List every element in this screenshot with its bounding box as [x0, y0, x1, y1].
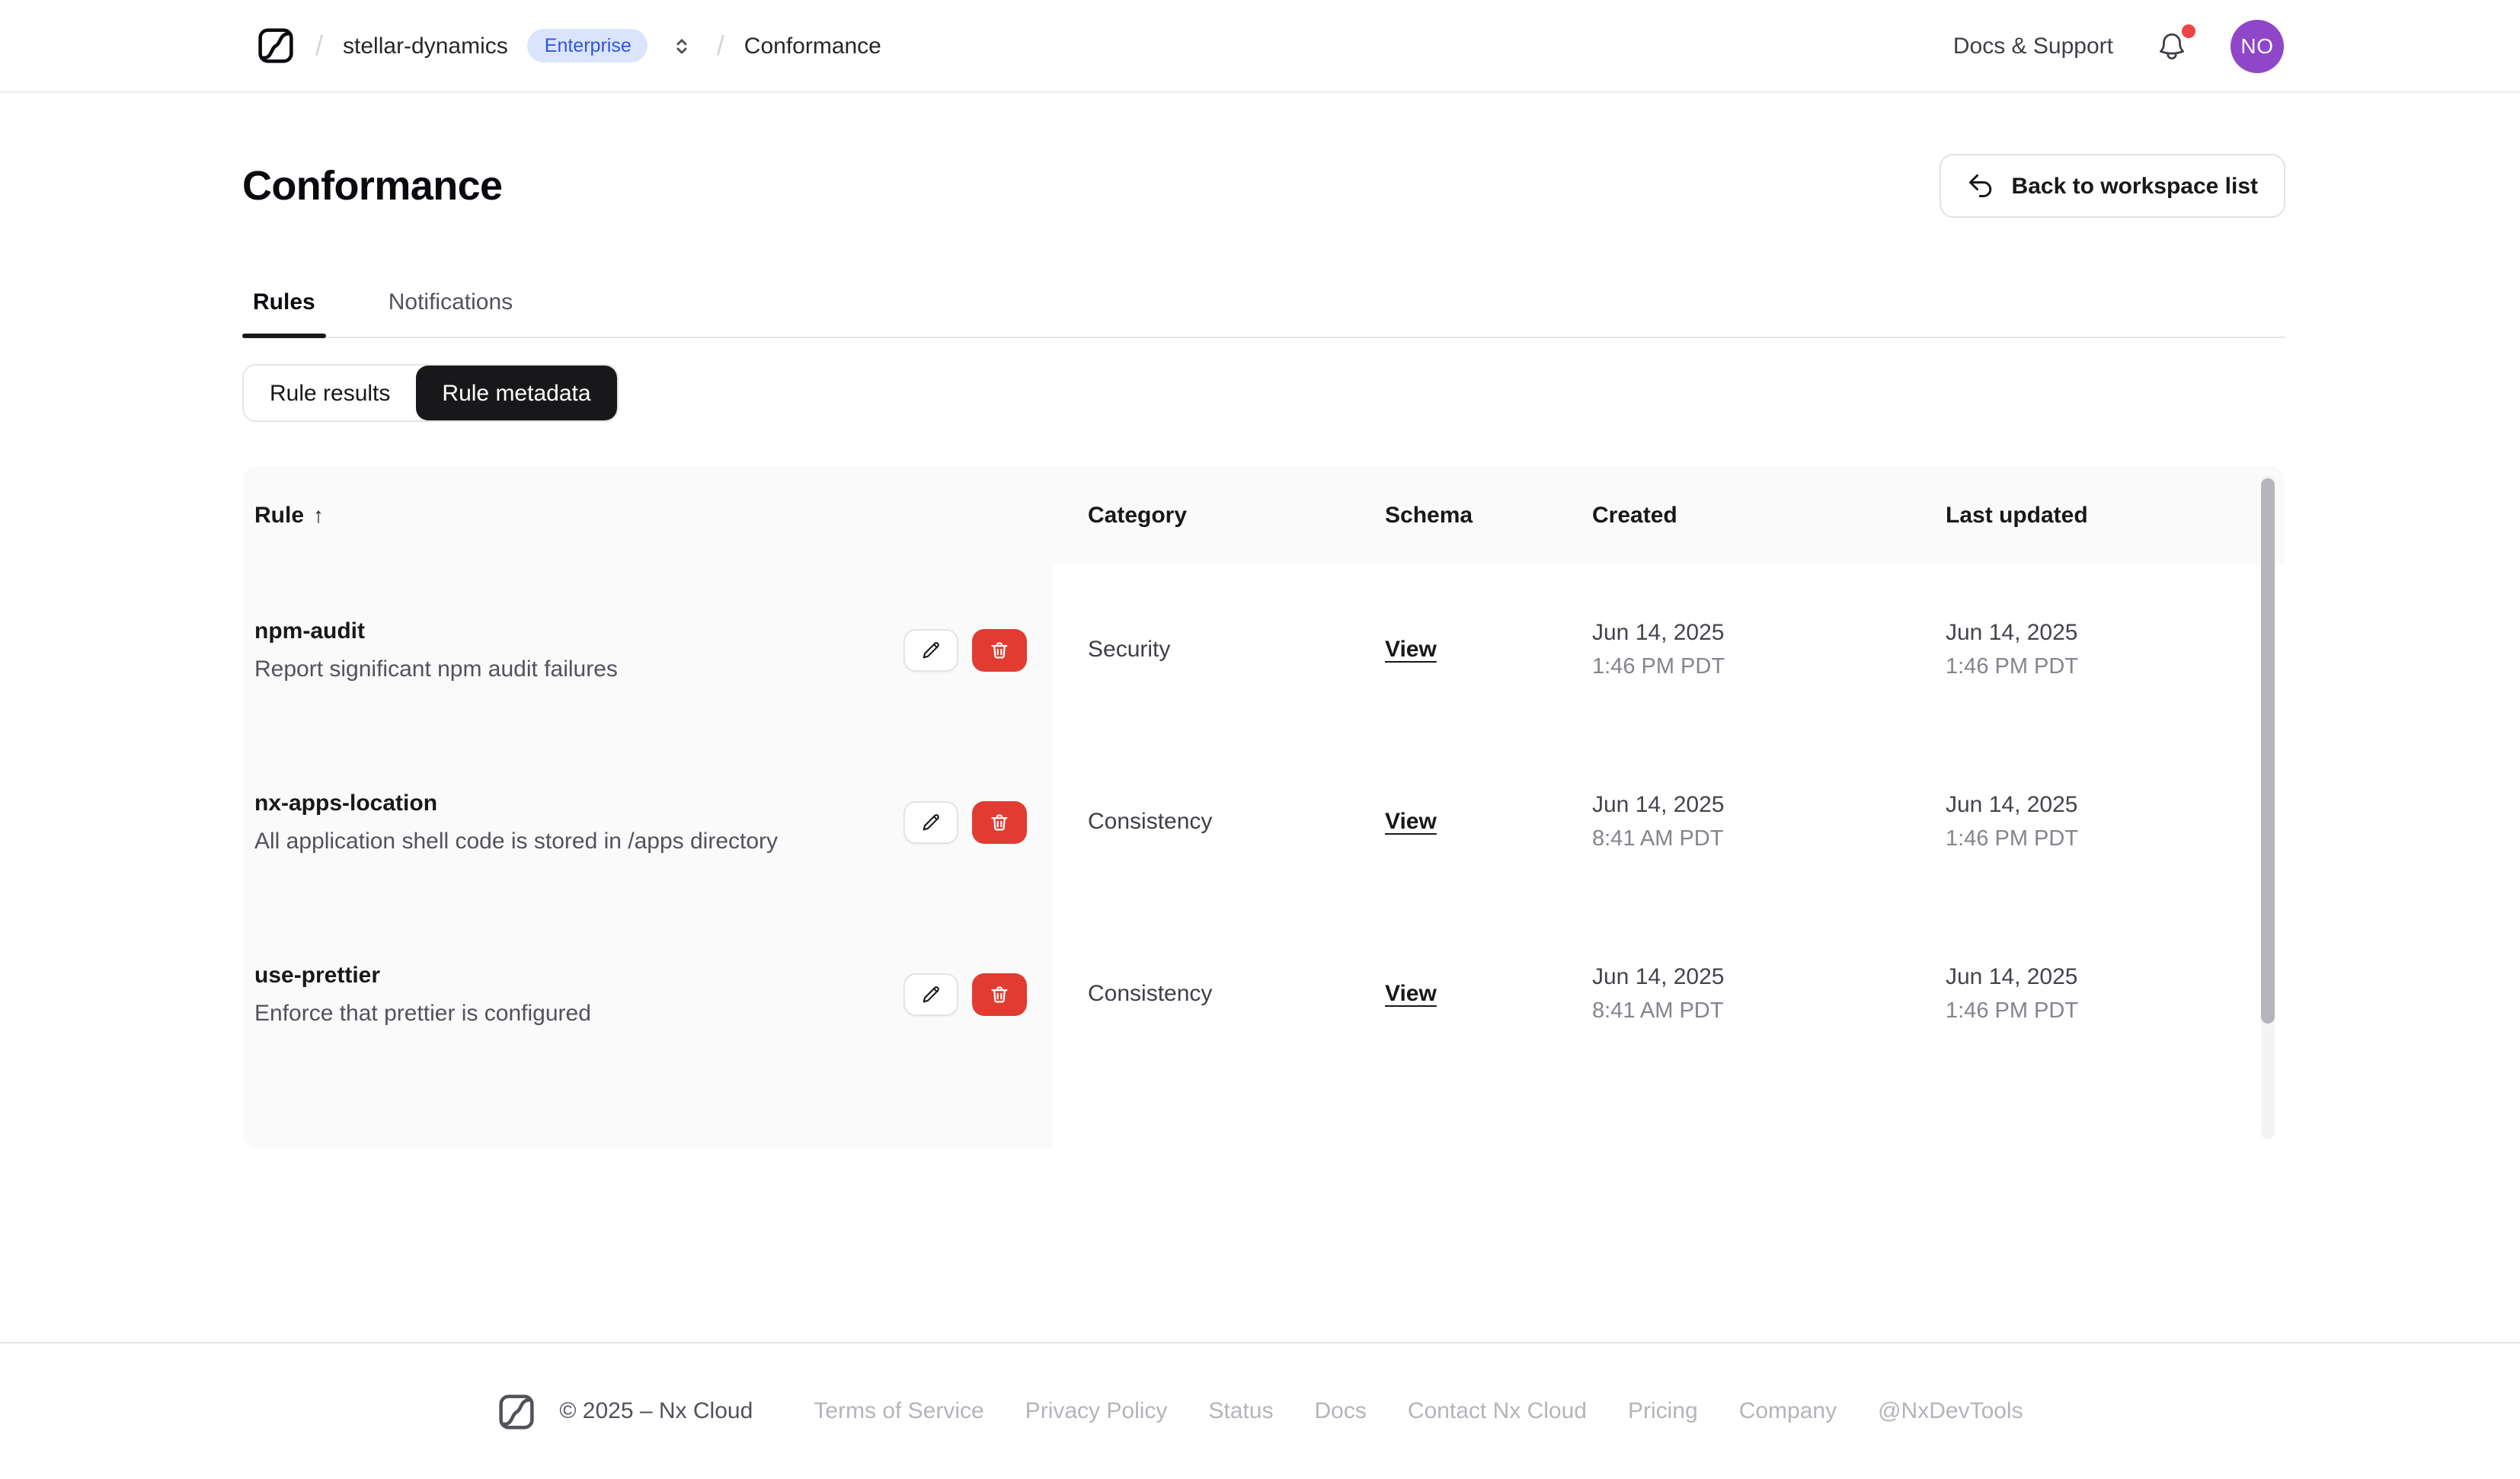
tab-bar: Rules Notifications [242, 289, 2285, 338]
app-window: / stellar-dynamics Enterprise / Conforma… [0, 0, 2520, 1479]
row-actions [903, 628, 1027, 671]
trash-icon [991, 985, 1008, 1002]
column-header-created[interactable]: Created [1571, 502, 1921, 528]
created-date: Jun 14, 2025 [1592, 964, 1725, 990]
footer-link-nxdevtools[interactable]: @NxDevTools [1878, 1398, 2023, 1424]
footer-brand: © 2025 – Nx Cloud [497, 1391, 753, 1431]
delete-rule-button[interactable] [972, 628, 1027, 671]
breadcrumb-separator: / [315, 30, 324, 60]
footer-link-privacy[interactable]: Privacy Policy [1025, 1398, 1168, 1424]
notification-dot [2182, 24, 2195, 37]
schema-view-link[interactable]: View [1385, 808, 1437, 834]
rule-description: Report significant npm audit failures [254, 656, 618, 682]
created-date: Jun 14, 2025 [1592, 792, 1725, 818]
footer-link-docs[interactable]: Docs [1314, 1398, 1366, 1424]
nav-actions: Docs & Support NO [1953, 19, 2284, 72]
rule-cell: use-prettier Enforce that prettier is co… [254, 962, 591, 1026]
pencil-icon [923, 985, 939, 1002]
rule-name: nx-apps-location [254, 790, 438, 816]
main-content: Conformance Back to workspace list Rules… [242, 93, 2285, 1148]
rule-results-toggle[interactable]: Rule results [244, 366, 417, 420]
column-header-rule-label: Rule [254, 502, 305, 528]
created-time: 1:46 PM PDT [1592, 655, 1725, 679]
pencil-icon [923, 641, 939, 658]
column-header-category[interactable]: Category [1053, 502, 1358, 528]
footer-links: Terms of Service Privacy Policy Status D… [814, 1398, 2023, 1424]
top-nav: / stellar-dynamics Enterprise / Conforma… [0, 0, 2520, 93]
rule-category: Consistency [1088, 981, 1213, 1007]
sort-ascending-icon: ↑ [313, 502, 325, 526]
table-row: use-prettier Enforce that prettier is co… [242, 908, 2285, 1080]
rule-description: Enforce that prettier is configured [254, 1000, 591, 1026]
edit-rule-button[interactable] [903, 800, 958, 843]
table-header-row: Rule ↑ Category Schema Created Last updat… [242, 466, 2285, 564]
updated-time: 1:46 PM PDT [1946, 827, 2079, 851]
pencil-icon [923, 813, 939, 830]
edit-rule-button[interactable] [903, 973, 958, 1015]
nx-cloud-logo[interactable] [256, 26, 296, 65]
delete-rule-button[interactable] [972, 973, 1027, 1015]
created-time: 8:41 AM PDT [1592, 827, 1724, 851]
footer-link-status[interactable]: Status [1208, 1398, 1273, 1424]
breadcrumb-separator: / [716, 30, 724, 60]
created-date: Jun 14, 2025 [1592, 620, 1725, 646]
nx-logo-icon [499, 1394, 534, 1429]
nx-logo-icon [258, 28, 293, 63]
enterprise-badge: Enterprise [527, 29, 648, 62]
rule-name: npm-audit [254, 618, 365, 644]
rule-category: Consistency [1088, 809, 1213, 835]
updated-date: Jun 14, 2025 [1946, 620, 2078, 646]
row-actions [903, 973, 1027, 1015]
trash-icon [991, 641, 1008, 658]
footer-link-contact[interactable]: Contact Nx Cloud [1408, 1398, 1587, 1424]
table-row: npm-audit Report significant npm audit f… [242, 564, 2285, 736]
chevron-up-down-icon [677, 38, 688, 53]
footer-link-pricing[interactable]: Pricing [1628, 1398, 1698, 1424]
rule-name: use-prettier [254, 962, 381, 988]
footer-link-terms[interactable]: Terms of Service [814, 1398, 983, 1424]
page-title: Conformance [242, 162, 503, 208]
rule-cell: nx-apps-location All application shell c… [254, 790, 778, 854]
rule-view-toggle: Rule results Rule metadata [242, 364, 619, 422]
back-button-label: Back to workspace list [2011, 173, 2258, 199]
delete-rule-button[interactable] [972, 800, 1027, 843]
tab-notifications[interactable]: Notifications [378, 289, 523, 337]
back-to-workspace-list-button[interactable]: Back to workspace list [1940, 154, 2285, 218]
schema-view-link[interactable]: View [1385, 636, 1437, 662]
tab-rules[interactable]: Rules [242, 289, 326, 338]
rule-metadata-toggle[interactable]: Rule metadata [416, 366, 617, 420]
docs-support-link[interactable]: Docs & Support [1953, 33, 2113, 59]
column-header-rule[interactable]: Rule ↑ [242, 502, 1053, 528]
tab-rules-label: Rules [253, 289, 315, 315]
rules-table: Rule ↑ Category Schema Created Last updat… [242, 466, 2285, 1148]
edit-rule-button[interactable] [903, 628, 958, 671]
return-arrow-icon [1969, 174, 1992, 197]
breadcrumb-page: Conformance [744, 33, 881, 59]
column-header-last-updated[interactable]: Last updated [1921, 502, 2263, 528]
footer: © 2025 – Nx Cloud Terms of Service Priva… [0, 1342, 2520, 1479]
tab-notifications-label: Notifications [388, 289, 513, 315]
rule-description: All application shell code is stored in … [254, 828, 779, 854]
updated-time: 1:46 PM PDT [1946, 655, 2079, 679]
breadcrumb: / stellar-dynamics Enterprise / Conforma… [256, 26, 881, 65]
rule-category: Security [1088, 637, 1171, 663]
column-header-schema[interactable]: Schema [1358, 502, 1571, 528]
row-actions [903, 800, 1027, 843]
breadcrumb-workspace[interactable]: stellar-dynamics [343, 33, 508, 59]
table-scrollbar-thumb[interactable] [2261, 478, 2275, 1024]
user-avatar[interactable]: NO [2231, 19, 2284, 72]
updated-time: 1:46 PM PDT [1946, 999, 2079, 1024]
table-row: nx-apps-location All application shell c… [242, 736, 2285, 908]
copyright-text: © 2025 – Nx Cloud [559, 1398, 753, 1424]
updated-date: Jun 14, 2025 [1946, 964, 2078, 990]
trash-icon [991, 813, 1008, 830]
notifications-button[interactable] [2153, 24, 2195, 65]
workspace-switcher-button[interactable] [668, 31, 697, 60]
table-scrollbar-track[interactable] [2261, 475, 2275, 1139]
footer-link-company[interactable]: Company [1739, 1398, 1837, 1424]
rule-cell: npm-audit Report significant npm audit f… [254, 618, 618, 682]
updated-date: Jun 14, 2025 [1946, 792, 2078, 818]
schema-view-link[interactable]: View [1385, 980, 1437, 1006]
created-time: 8:41 AM PDT [1592, 999, 1724, 1024]
